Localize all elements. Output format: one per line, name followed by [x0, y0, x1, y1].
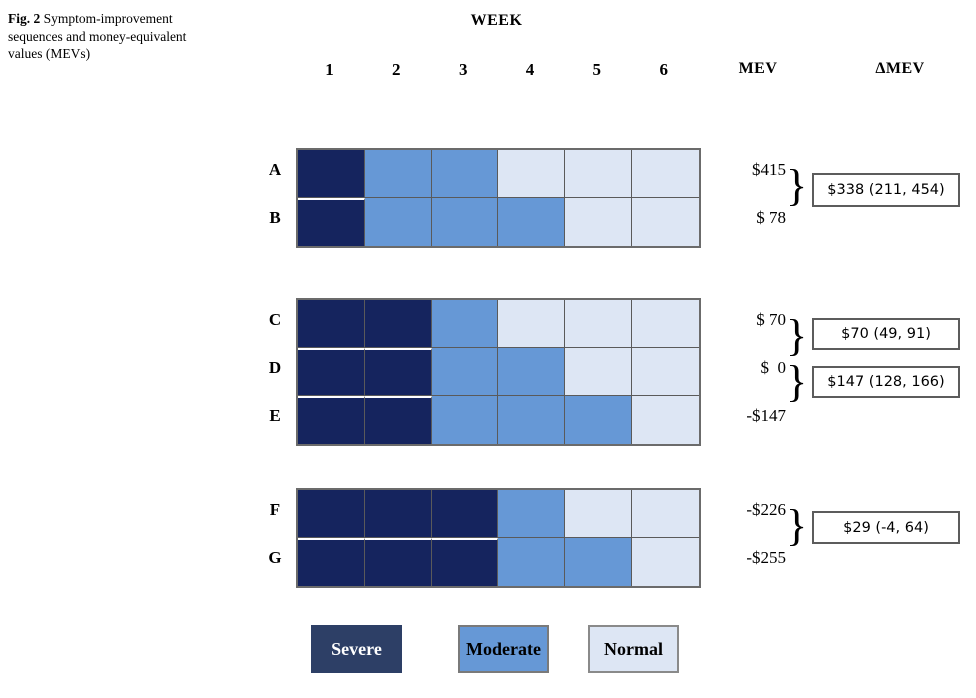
legend-item-moderate: Moderate	[458, 625, 549, 673]
cell-e-5	[565, 396, 633, 444]
column-header-week-1: 1	[325, 60, 334, 79]
cell-c-6	[632, 300, 699, 348]
cell-a-2	[364, 150, 432, 198]
cell-g-3	[431, 538, 499, 586]
dmev-box-fg: $29 (-4, 64)	[812, 511, 960, 544]
cell-f-5	[565, 490, 633, 538]
sequence-row-d	[298, 348, 699, 396]
cell-c-1	[298, 300, 365, 348]
cell-a-6	[632, 150, 699, 198]
cell-f-4	[498, 490, 566, 538]
cell-b-2	[364, 198, 432, 246]
column-header-week-4: 4	[525, 60, 535, 79]
cell-b-5	[565, 198, 633, 246]
cell-f-6	[632, 490, 699, 538]
mev-value-f: -$226	[746, 500, 786, 519]
row-label-a: A	[268, 160, 282, 179]
legend-item-severe: Severe	[311, 625, 402, 673]
sequence-block-fg	[296, 488, 701, 588]
legend-item-normal: Normal	[588, 625, 679, 673]
row-label-e: E	[269, 406, 281, 425]
cell-d-2	[364, 348, 432, 396]
column-header-week-5: 5	[592, 60, 602, 79]
cell-a-3	[431, 150, 499, 198]
sequence-row-e	[298, 396, 699, 444]
column-header-week-2: 2	[392, 60, 401, 79]
sequence-row-c	[298, 300, 699, 348]
sequence-row-b	[298, 198, 699, 246]
dmev-box-de: $147 (128, 166)	[812, 366, 960, 398]
mev-value-c: $ 70	[756, 310, 786, 329]
cell-b-4	[498, 198, 566, 246]
cell-a-1	[298, 150, 365, 198]
row-label-f: F	[269, 500, 281, 519]
row-label-c: C	[268, 310, 282, 329]
cell-g-6	[632, 538, 699, 586]
brace-de: }	[786, 357, 808, 406]
cell-g-2	[364, 538, 432, 586]
mev-value-a: $415	[752, 160, 786, 179]
cell-g-4	[498, 538, 566, 586]
column-header-week-6: 6	[659, 60, 668, 79]
legend-label-normal: Normal	[604, 638, 663, 659]
cell-d-5	[565, 348, 633, 396]
cell-f-2	[364, 490, 432, 538]
legend-label-severe: Severe	[331, 638, 382, 659]
cell-c-2	[364, 300, 432, 348]
mev-value-d: $ 0	[760, 358, 787, 377]
cell-e-1	[298, 396, 365, 444]
row-label-d: D	[268, 358, 282, 377]
brace-cd: }	[786, 311, 808, 360]
cell-b-6	[632, 198, 699, 246]
cell-c-5	[565, 300, 633, 348]
cell-d-4	[498, 348, 566, 396]
sequence-row-g	[298, 538, 699, 586]
week-axis-title: WEEK	[470, 12, 523, 29]
cell-b-1	[298, 198, 365, 246]
cell-e-4	[498, 396, 566, 444]
column-header-week-3: 3	[458, 60, 468, 79]
brace-ab: }	[786, 161, 808, 210]
row-label-g: G	[268, 548, 282, 567]
sequence-row-a	[298, 150, 699, 198]
cell-d-3	[431, 348, 499, 396]
cell-g-5	[565, 538, 633, 586]
cell-d-6	[632, 348, 699, 396]
cell-c-3	[431, 300, 499, 348]
cell-g-1	[298, 538, 365, 586]
cell-c-4	[498, 300, 566, 348]
mev-value-g: -$255	[746, 548, 786, 567]
cell-e-6	[632, 396, 699, 444]
cell-b-3	[431, 198, 499, 246]
brace-fg: }	[786, 501, 808, 550]
mev-value-e: -$147	[746, 406, 786, 425]
cell-f-1	[298, 490, 365, 538]
dmev-box-cd: $70 (49, 91)	[812, 318, 960, 350]
cell-a-5	[565, 150, 633, 198]
sequence-row-f	[298, 490, 699, 538]
column-header-dmev: ΔMEV	[875, 60, 925, 77]
cell-e-2	[364, 396, 432, 444]
row-label-b: B	[269, 208, 281, 227]
legend-label-moderate: Moderate	[466, 638, 541, 659]
mev-value-b: $ 78	[756, 208, 786, 227]
dmev-box-ab: $338 (211, 454)	[812, 173, 960, 207]
cell-a-4	[498, 150, 566, 198]
cell-d-1	[298, 348, 365, 396]
cell-f-3	[431, 490, 499, 538]
sequence-block-ab	[296, 148, 701, 248]
sequence-block-cde	[296, 298, 701, 446]
column-header-mev: MEV	[738, 60, 778, 77]
cell-e-3	[431, 396, 499, 444]
figure-panel: WEEK 1 2 3 4 5 6 MEV ΔMEV A B $415 $ 78 …	[0, 0, 976, 698]
